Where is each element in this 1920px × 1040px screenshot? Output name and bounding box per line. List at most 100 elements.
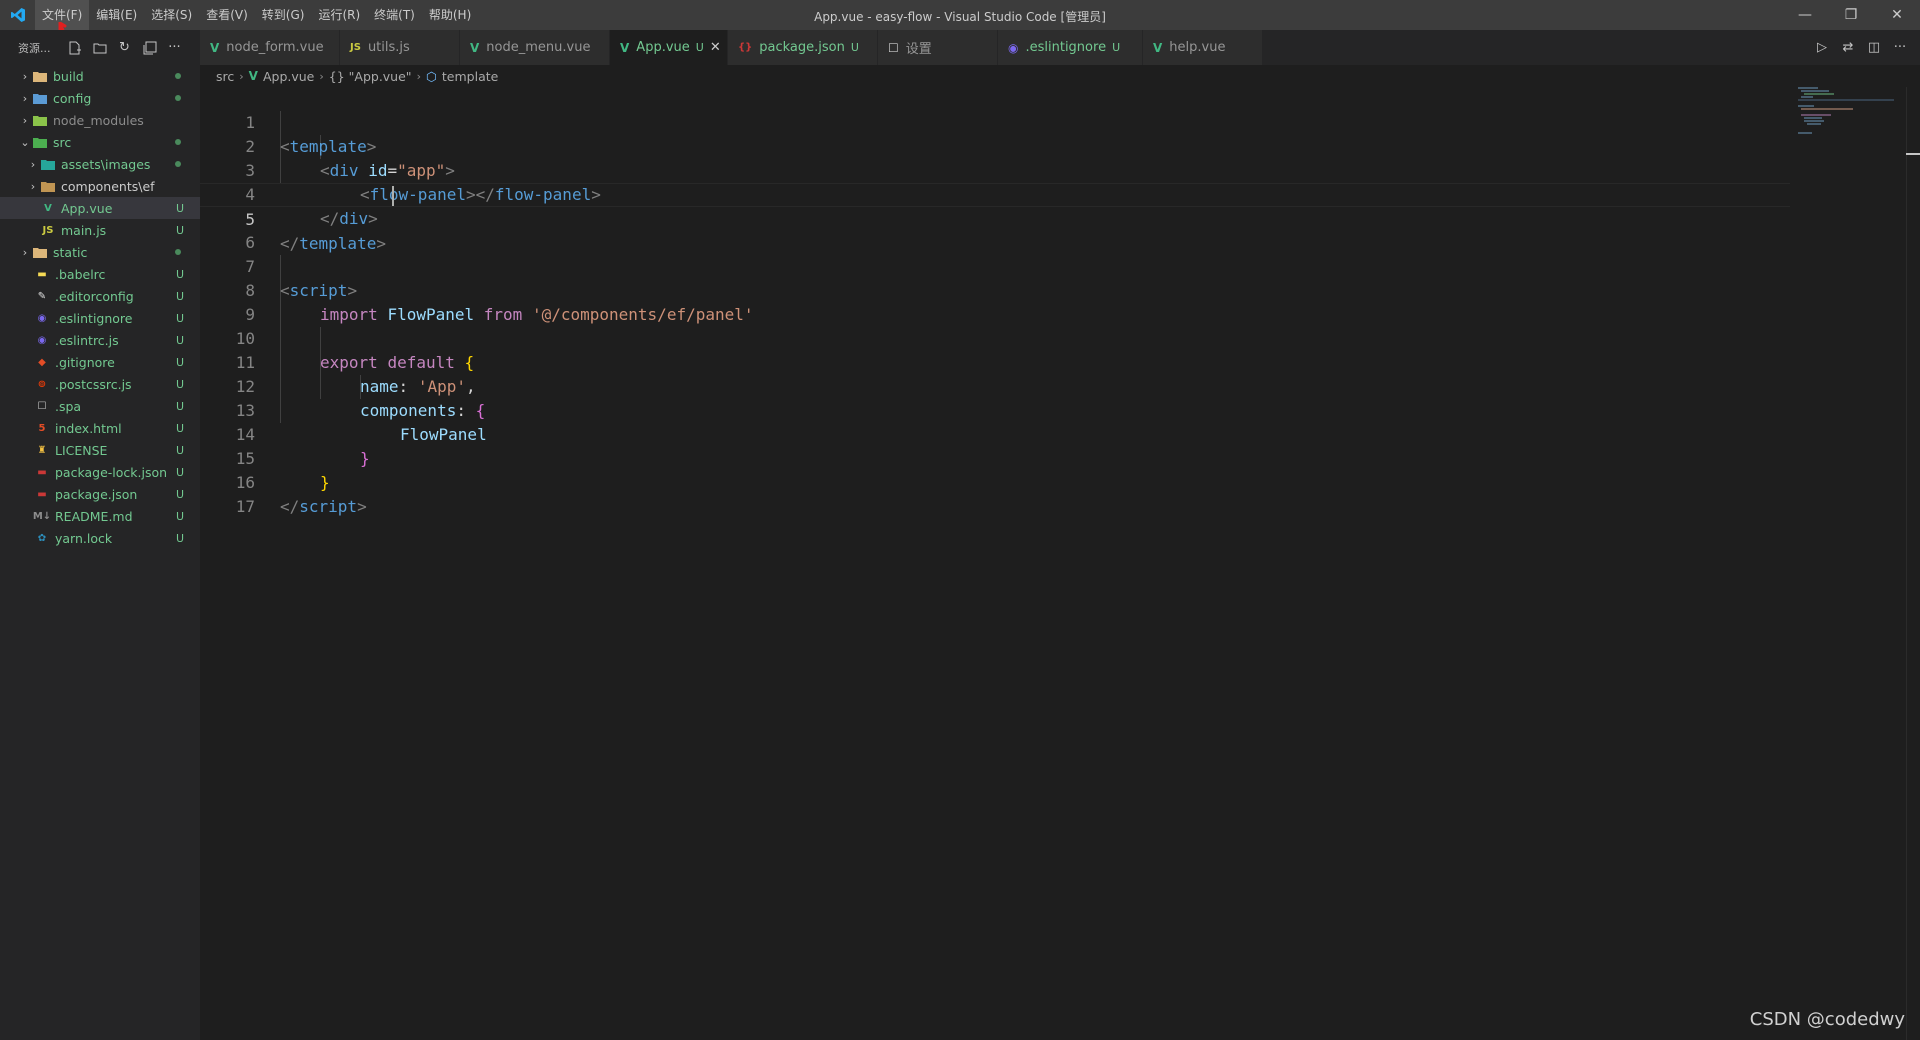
vscode-logo-icon[interactable] <box>0 0 35 30</box>
refresh-icon[interactable]: ↻ <box>117 40 133 56</box>
tab-eslintignore[interactable]: ◉ .eslintignore U <box>998 30 1143 65</box>
git-status-badge: U <box>175 465 184 479</box>
git-status-badge: U <box>175 267 184 281</box>
code-line: 10 export default { <box>200 303 1790 372</box>
eslint-file-icon: ◉ <box>37 312 47 324</box>
minimap-line <box>1804 117 1822 119</box>
tab-utils-js[interactable]: JS utils.js <box>340 30 460 65</box>
file-icon: ☐ <box>888 40 899 55</box>
git-status-dot <box>175 249 181 255</box>
tree-item-eslintrc[interactable]: ◉ .eslintrc.js U <box>0 329 200 351</box>
watermark: CSDN @codedwy <box>1749 1009 1905 1030</box>
code-line: 16 </script> <box>200 447 1790 516</box>
code-line: 12 components: { <box>200 351 1790 420</box>
text-cursor <box>392 186 394 206</box>
code-line: 1 <template> <box>200 87 1790 156</box>
vue-file-icon: V <box>44 202 52 214</box>
tree-item-label: components\ef <box>61 178 155 194</box>
git-status-badge: U <box>175 399 184 413</box>
chevron-right-icon: › <box>22 69 28 83</box>
minimize-button[interactable]: — <box>1782 0 1828 30</box>
tab-package-json[interactable]: {} package.json U <box>728 30 878 65</box>
breadcrumb-item[interactable]: template <box>442 69 498 84</box>
tree-item-spa[interactable]: ☐ .spa U <box>0 395 200 417</box>
tree-item-label: App.vue <box>61 200 113 216</box>
run-icon[interactable]: ▷ <box>1814 40 1830 55</box>
new-folder-icon[interactable] <box>92 40 108 56</box>
chevron-right-icon: › <box>22 113 28 127</box>
tree-item-main-js[interactable]: JS main.js U <box>0 219 200 241</box>
menu-run[interactable]: 运行(R) <box>311 0 367 30</box>
git-status-badge: U <box>175 223 184 237</box>
tree-item-postcssrc[interactable]: ⊚ .postcssrc.js U <box>0 373 200 395</box>
folder-src-icon <box>32 135 48 149</box>
close-tab-icon[interactable]: ✕ <box>710 40 721 55</box>
code-line: 8 import FlowPanel from '@/components/ef… <box>200 255 1790 324</box>
git-status-badge: U <box>695 41 704 54</box>
git-status-badge: U <box>175 377 184 391</box>
more-actions-icon[interactable]: ··· <box>167 40 183 56</box>
menu-view[interactable]: 查看(V) <box>199 0 255 30</box>
explorer-sidebar: 资源... ↻ ··· › build › config › node_modu… <box>0 30 200 1040</box>
source-control-compare-icon[interactable]: ⇄ <box>1840 40 1856 55</box>
tree-item-static[interactable]: › static <box>0 241 200 263</box>
tab-settings[interactable]: ☐ 设置 <box>878 30 998 65</box>
tab-app-vue[interactable]: V App.vue U ✕ <box>610 30 728 65</box>
close-window-button[interactable]: ✕ <box>1874 0 1920 30</box>
tree-item-gitignore[interactable]: ◆ .gitignore U <box>0 351 200 373</box>
menu-selection[interactable]: 选择(S) <box>144 0 199 30</box>
git-status-badge: U <box>175 333 184 347</box>
minimap[interactable] <box>1798 87 1908 207</box>
tree-item-node-modules[interactable]: › node_modules <box>0 109 200 131</box>
tree-item-index-html[interactable]: 5 index.html U <box>0 417 200 439</box>
editor-tab-bar: V node_form.vue JS utils.js V node_menu.… <box>200 30 1920 65</box>
tree-item-babelrc[interactable]: ▬ .babelrc U <box>0 263 200 285</box>
chevron-right-icon: › <box>30 179 36 193</box>
tab-help-vue[interactable]: V help.vue <box>1143 30 1263 65</box>
split-editor-icon[interactable]: ◫ <box>1866 40 1882 55</box>
menu-go[interactable]: 转到(G) <box>255 0 312 30</box>
file-tree: › build › config › node_modules ⌄ src › … <box>0 65 200 549</box>
menu-terminal[interactable]: 终端(T) <box>367 0 422 30</box>
tree-item-eslintignore[interactable]: ◉ .eslintignore U <box>0 307 200 329</box>
tree-item-label: .eslintrc.js <box>55 332 119 348</box>
tree-item-config[interactable]: › config <box>0 87 200 109</box>
tree-item-label: README.md <box>55 508 133 524</box>
more-actions-icon[interactable]: ··· <box>1892 40 1908 55</box>
vertical-scrollbar[interactable] <box>1906 87 1920 1040</box>
breadcrumb-item[interactable]: src <box>216 69 234 84</box>
tab-node-form-vue[interactable]: V node_form.vue <box>200 30 340 65</box>
tree-item-assets-images[interactable]: › assets\images <box>0 153 200 175</box>
tree-item-license[interactable]: ♜ LICENSE U <box>0 439 200 461</box>
tree-item-readme[interactable]: M↓ README.md U <box>0 505 200 527</box>
code-text: </script> <box>280 497 367 516</box>
menu-help[interactable]: 帮助(H) <box>422 0 478 30</box>
chevron-right-icon: › <box>416 69 421 83</box>
minimap-line <box>1798 87 1818 89</box>
restore-button[interactable]: ❐ <box>1828 0 1874 30</box>
tree-item-label: package.json <box>55 486 138 502</box>
editorconfig-file-icon: ✎ <box>37 290 47 302</box>
tree-item-yarn-lock[interactable]: ✿ yarn.lock U <box>0 527 200 549</box>
tree-item-label: node_modules <box>53 112 144 128</box>
tree-item-package-json[interactable]: ▬ package.json U <box>0 483 200 505</box>
new-file-icon[interactable] <box>67 40 83 56</box>
code-editor[interactable]: 1 <template> 2 <div id="app"> 3 <flow-pa… <box>200 87 1920 1040</box>
tree-item-src[interactable]: ⌄ src <box>0 131 200 153</box>
tab-label: .eslintignore <box>1025 40 1107 55</box>
breadcrumb-item[interactable]: {} "App.vue" <box>329 69 412 84</box>
breadcrumb-item[interactable]: App.vue <box>263 69 314 84</box>
minimap-line <box>1798 132 1812 134</box>
code-line: 6 <box>200 207 1790 252</box>
npm-file-icon: {} <box>738 42 753 53</box>
tree-item-app-vue[interactable]: V App.vue U <box>0 197 200 219</box>
tree-item-editorconfig[interactable]: ✎ .editorconfig U <box>0 285 200 307</box>
menu-edit[interactable]: 编辑(E) <box>89 0 144 30</box>
tree-item-package-lock[interactable]: ▬ package-lock.json U <box>0 461 200 483</box>
minimap-line <box>1804 93 1834 95</box>
tree-item-build[interactable]: › build <box>0 65 200 87</box>
tree-item-components-ef[interactable]: › components\ef <box>0 175 200 197</box>
tab-node-menu-vue[interactable]: V node_menu.vue <box>460 30 610 65</box>
collapse-all-icon[interactable] <box>142 40 158 56</box>
tab-label: App.vue <box>636 40 690 55</box>
